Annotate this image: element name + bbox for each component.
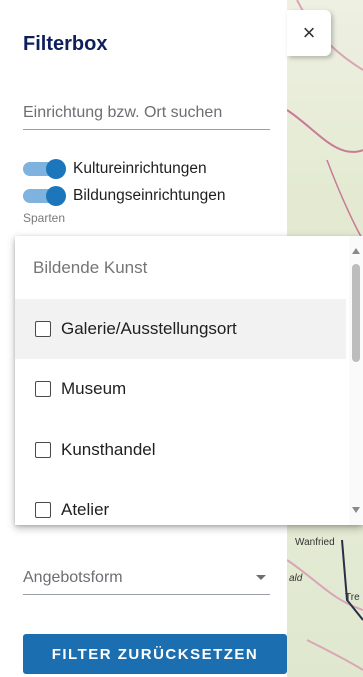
toggle-knob: [46, 159, 66, 179]
toggle-knob: [46, 186, 66, 206]
toggle-row-bildungseinrichtungen[interactable]: Bildungseinrichtungen: [23, 186, 226, 206]
reset-filter-button[interactable]: FILTER ZURÜCKSETZEN: [23, 634, 287, 674]
map-label-tre: Tre: [345, 592, 360, 603]
option-galerie-ausstellungsort[interactable]: Galerie/Ausstellungsort: [15, 299, 346, 359]
panel-title: Filterbox: [23, 33, 108, 55]
checkbox[interactable]: [35, 321, 51, 337]
map-label-ald: ald: [289, 573, 303, 584]
checkbox[interactable]: [35, 502, 51, 518]
close-icon: ×: [302, 20, 316, 45]
option-label: Museum: [61, 379, 127, 398]
group-header-bildende-kunst: Bildende Kunst: [33, 258, 148, 277]
option-atelier[interactable]: Atelier: [15, 480, 346, 525]
option-kunsthandel[interactable]: Kunsthandel: [15, 420, 346, 480]
close-button[interactable]: ×: [287, 10, 331, 56]
option-label: Atelier: [61, 500, 110, 519]
option-label: Kunsthandel: [61, 440, 156, 459]
option-museum[interactable]: Museum: [15, 359, 346, 419]
search-placeholder: Einrichtung bzw. Ort suchen: [23, 103, 223, 121]
checkbox[interactable]: [35, 442, 51, 458]
toggle-switch-kultureinrichtungen[interactable]: [23, 159, 66, 179]
dropdown-scrollbar[interactable]: [349, 236, 363, 525]
scroll-thumb[interactable]: [352, 264, 360, 362]
map-label-wanfried: Wanfried: [295, 537, 335, 548]
toggle-label-bildungseinrichtungen: Bildungseinrichtungen: [73, 187, 226, 204]
angebotsform-placeholder: Angebotsform: [23, 568, 123, 586]
sparten-dropdown: Bildende Kunst Galerie/Ausstellungsort M…: [15, 236, 363, 525]
sparten-label: Sparten: [23, 211, 66, 225]
checkbox[interactable]: [35, 381, 51, 397]
scroll-down-icon[interactable]: [352, 507, 360, 513]
chevron-down-icon: [256, 575, 266, 580]
search-input[interactable]: Einrichtung bzw. Ort suchen: [23, 96, 270, 130]
toggle-switch-bildungseinrichtungen[interactable]: [23, 186, 66, 206]
scroll-up-icon[interactable]: [352, 248, 360, 254]
toggle-label-kultureinrichtungen: Kultureinrichtungen: [73, 160, 207, 177]
toggle-row-kultureinrichtungen[interactable]: Kultureinrichtungen: [23, 159, 207, 179]
option-label: Galerie/Ausstellungsort: [61, 319, 237, 338]
angebotsform-select[interactable]: Angebotsform: [23, 561, 270, 595]
